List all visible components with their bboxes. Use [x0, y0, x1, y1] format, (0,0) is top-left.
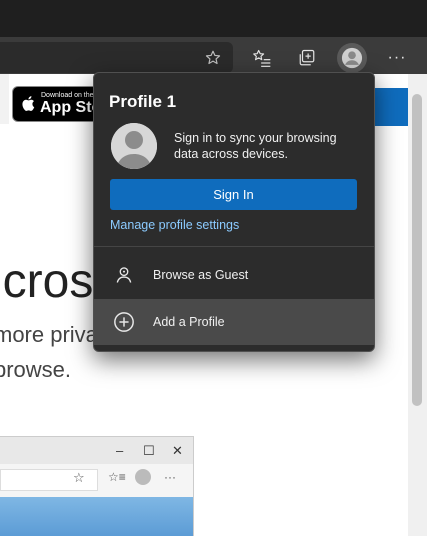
- manage-profile-settings-link[interactable]: Manage profile settings: [110, 218, 239, 232]
- menu-divider: [94, 246, 374, 247]
- preview-maximize-icon: ☐: [143, 443, 155, 458]
- title-bar: [0, 0, 427, 37]
- profile-flyout: Profile 1 Sign in to sync your browsing …: [93, 72, 375, 352]
- profile-avatar-large-icon: [111, 123, 157, 169]
- app-store-badge[interactable]: Download on the App Store: [12, 86, 116, 122]
- preview-star-icon: ☆: [73, 470, 85, 485]
- more-menu-label: ···: [387, 49, 407, 66]
- guest-icon: [113, 264, 135, 286]
- preview-more-icon: ···: [164, 470, 176, 484]
- app-store-caption: Download on the: [41, 92, 94, 99]
- profile-avatar-icon[interactable]: [337, 43, 367, 73]
- browse-as-guest-item[interactable]: Browse as Guest: [94, 253, 374, 297]
- collections-icon[interactable]: [295, 46, 319, 70]
- sign-in-button[interactable]: Sign In: [110, 179, 357, 210]
- preview-hero: [0, 497, 193, 536]
- scrollbar-thumb[interactable]: [412, 94, 422, 406]
- banner-edge: [0, 74, 9, 124]
- add-profile-item[interactable]: Add a Profile: [94, 299, 374, 345]
- preview-title-bar: [0, 437, 193, 464]
- favorites-list-icon[interactable]: [250, 46, 274, 70]
- apple-logo-icon: [21, 95, 35, 117]
- preview-minimize-icon: –: [116, 443, 124, 458]
- browser-preview-image: – ☐ ✕ ☆ ☆≡ ···: [0, 436, 194, 536]
- browse-as-guest-label: Browse as Guest: [153, 268, 249, 282]
- add-profile-icon: [113, 311, 135, 333]
- more-menu-icon[interactable]: ···: [385, 46, 409, 70]
- preview-avatar-icon: [135, 469, 151, 485]
- add-profile-label: Add a Profile: [153, 315, 225, 329]
- address-bar[interactable]: [0, 42, 233, 73]
- preview-favorites-icon: ☆≡: [108, 470, 126, 484]
- page-subtitle-line2: browse.: [0, 357, 72, 382]
- sync-message: Sign in to sync your browsing data acros…: [174, 131, 337, 161]
- preview-close-icon: ✕: [172, 443, 183, 458]
- favorites-star-icon[interactable]: [201, 46, 225, 70]
- profile-title: Profile 1: [109, 92, 177, 111]
